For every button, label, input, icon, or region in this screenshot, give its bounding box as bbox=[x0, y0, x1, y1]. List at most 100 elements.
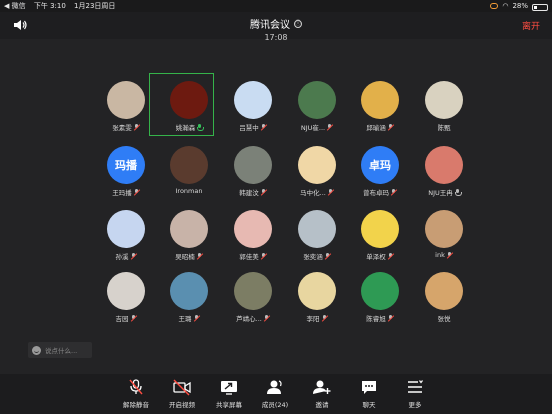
unmute-label: 解除静音 bbox=[123, 401, 149, 409]
participant-tile[interactable]: Ironman bbox=[159, 144, 219, 202]
wifi-icon: ◠ bbox=[502, 2, 509, 10]
participant-tile[interactable]: ink bbox=[414, 208, 474, 266]
info-icon[interactable]: ⓘ bbox=[294, 19, 302, 28]
chat-label: 聊天 bbox=[362, 401, 376, 409]
participant-tile[interactable]: 吉园 bbox=[96, 270, 156, 328]
participant-tile[interactable]: 郭佳美 bbox=[223, 208, 283, 266]
participant-tile[interactable]: 陈睿旭 bbox=[350, 270, 410, 328]
participant-avatar bbox=[170, 146, 208, 184]
participant-avatar: 卓玛 bbox=[361, 146, 399, 184]
participant-tile[interactable]: 吕慧中 bbox=[223, 79, 283, 137]
participant-tile[interactable]: 吴昭楠 bbox=[159, 208, 219, 266]
participant-avatar bbox=[361, 81, 399, 119]
participant-name: 张素雯 bbox=[112, 124, 132, 132]
participant-label: NJU崔... bbox=[287, 122, 347, 132]
status-time: 下午 3:10 bbox=[33, 2, 66, 10]
participant-avatar: 玛播 bbox=[107, 146, 145, 184]
bottom-toolbar: 解除静音 开启视频 共享屏幕 成员(24) 邀请 聊天 更多 bbox=[0, 374, 552, 414]
participant-name: 王璐 bbox=[178, 315, 192, 323]
participant-label: 吕慧中 bbox=[223, 122, 283, 132]
mic-muted-icon bbox=[328, 188, 334, 196]
participant-avatar bbox=[234, 272, 272, 310]
chat-bubble-icon bbox=[362, 381, 376, 394]
participant-avatar bbox=[107, 272, 145, 310]
participant-avatar bbox=[425, 272, 463, 310]
status-left: ◀ 微信 下午 3:10 1月23日周日 bbox=[4, 0, 121, 12]
participant-name: NJU崔... bbox=[300, 124, 326, 132]
status-right: ◠ 28% bbox=[490, 0, 548, 12]
participant-label: 孙溪 bbox=[96, 251, 156, 261]
participant-name: 韩建汶 bbox=[239, 189, 259, 197]
participant-avatar bbox=[425, 210, 463, 248]
participant-tile[interactable]: 邱瑜涵 bbox=[350, 79, 410, 137]
participant-name: 马中化... bbox=[300, 189, 326, 197]
participant-tile[interactable]: 王璐 bbox=[159, 270, 219, 328]
participant-tile[interactable]: NJU王冉 bbox=[414, 144, 474, 202]
participant-grid: 张素雯 姚瀚森 吕慧中 NJU崔... 邱瑜涵 陈甄玛播王玛播 Ironman 韩建汶 马中化.… bbox=[96, 79, 476, 323]
participant-tile[interactable]: 孙溪 bbox=[96, 208, 156, 266]
participant-name: 李阳 bbox=[306, 315, 320, 323]
participant-name: 陈甄 bbox=[437, 124, 451, 132]
meeting-title-row[interactable]: 腾讯会议 ⓘ bbox=[250, 16, 302, 31]
participant-tile[interactable]: 张奕涵 bbox=[287, 208, 347, 266]
battery-percent: 28% bbox=[512, 2, 528, 10]
participant-avatar bbox=[107, 81, 145, 119]
participant-tile[interactable]: 玛播 王玛播 bbox=[96, 144, 156, 202]
meeting-title: 腾讯会议 bbox=[250, 20, 290, 31]
invite-button[interactable]: 邀请 bbox=[300, 378, 344, 412]
emoji-icon[interactable] bbox=[32, 345, 41, 355]
participant-label: 马中化... bbox=[287, 187, 347, 197]
mic-muted-icon bbox=[129, 379, 143, 395]
mic-icon bbox=[197, 123, 205, 131]
participant-label: Ironman bbox=[159, 187, 219, 195]
mic-muted-icon bbox=[261, 123, 267, 131]
more-button[interactable]: 更多 bbox=[393, 378, 437, 412]
chat-button[interactable]: 聊天 bbox=[347, 378, 391, 412]
share-screen-icon bbox=[221, 381, 237, 395]
participant-avatar bbox=[298, 81, 336, 119]
unmute-button[interactable]: 解除静音 bbox=[114, 378, 158, 412]
chat-placeholder: 说点什么... bbox=[45, 347, 78, 355]
share-screen-button[interactable]: 共享屏幕 bbox=[207, 378, 251, 412]
participant-avatar bbox=[298, 146, 336, 184]
participant-avatar bbox=[425, 146, 463, 184]
mic-muted-icon bbox=[261, 252, 267, 260]
mic-muted-icon bbox=[261, 188, 267, 196]
status-bar: ◀ 微信 下午 3:10 1月23日周日 ◠ 28% bbox=[0, 0, 552, 12]
meeting-duration: 17:08 bbox=[264, 33, 288, 42]
participant-tile[interactable]: 张悦 bbox=[414, 270, 474, 328]
participant-tile[interactable]: 姚瀚森 bbox=[159, 79, 219, 137]
participant-label: 郭佳美 bbox=[223, 251, 283, 261]
participant-label: 芦靖心... bbox=[223, 313, 283, 323]
participant-label: 陈甄 bbox=[414, 122, 474, 132]
participant-tile[interactable]: 陈甄 bbox=[414, 79, 474, 137]
participant-label: 张奕涵 bbox=[287, 251, 347, 261]
participant-tile[interactable]: 单泽权 bbox=[350, 208, 410, 266]
participant-tile[interactable]: 韩建汶 bbox=[223, 144, 283, 202]
participant-label: 姚瀚森 bbox=[159, 122, 219, 132]
start-video-label: 开启视频 bbox=[169, 401, 195, 409]
participant-label: 吉园 bbox=[96, 313, 156, 323]
mic-muted-icon bbox=[194, 314, 200, 322]
participant-tile[interactable]: 芦靖心... bbox=[223, 270, 283, 328]
participant-tile[interactable]: 张素雯 bbox=[96, 79, 156, 137]
participant-name: ink bbox=[435, 251, 445, 259]
mic-muted-icon bbox=[447, 251, 453, 259]
mic-muted-icon bbox=[388, 252, 394, 260]
participant-tile[interactable]: 马中化... bbox=[287, 144, 347, 202]
participant-tile[interactable]: 李阳 bbox=[287, 270, 347, 328]
mic-muted-icon bbox=[388, 314, 394, 322]
chat-input[interactable]: 说点什么... bbox=[28, 342, 92, 358]
start-video-button[interactable]: 开启视频 bbox=[160, 378, 204, 412]
participant-label: 曾布卓玛 bbox=[350, 187, 410, 197]
leave-button[interactable]: 离开 bbox=[522, 19, 540, 32]
members-button[interactable]: 成员(24) bbox=[253, 378, 297, 412]
back-to-wechat[interactable]: ◀ 微信 bbox=[4, 2, 26, 10]
participant-label: 王璐 bbox=[159, 313, 219, 323]
status-date: 1月23日周日 bbox=[74, 2, 116, 10]
mic-muted-icon bbox=[391, 188, 397, 196]
participant-label: 王玛播 bbox=[96, 187, 156, 197]
participant-tile[interactable]: 卓玛 曾布卓玛 bbox=[350, 144, 410, 202]
participant-name: 曾布卓玛 bbox=[363, 189, 389, 197]
participant-tile[interactable]: NJU崔... bbox=[287, 79, 347, 137]
